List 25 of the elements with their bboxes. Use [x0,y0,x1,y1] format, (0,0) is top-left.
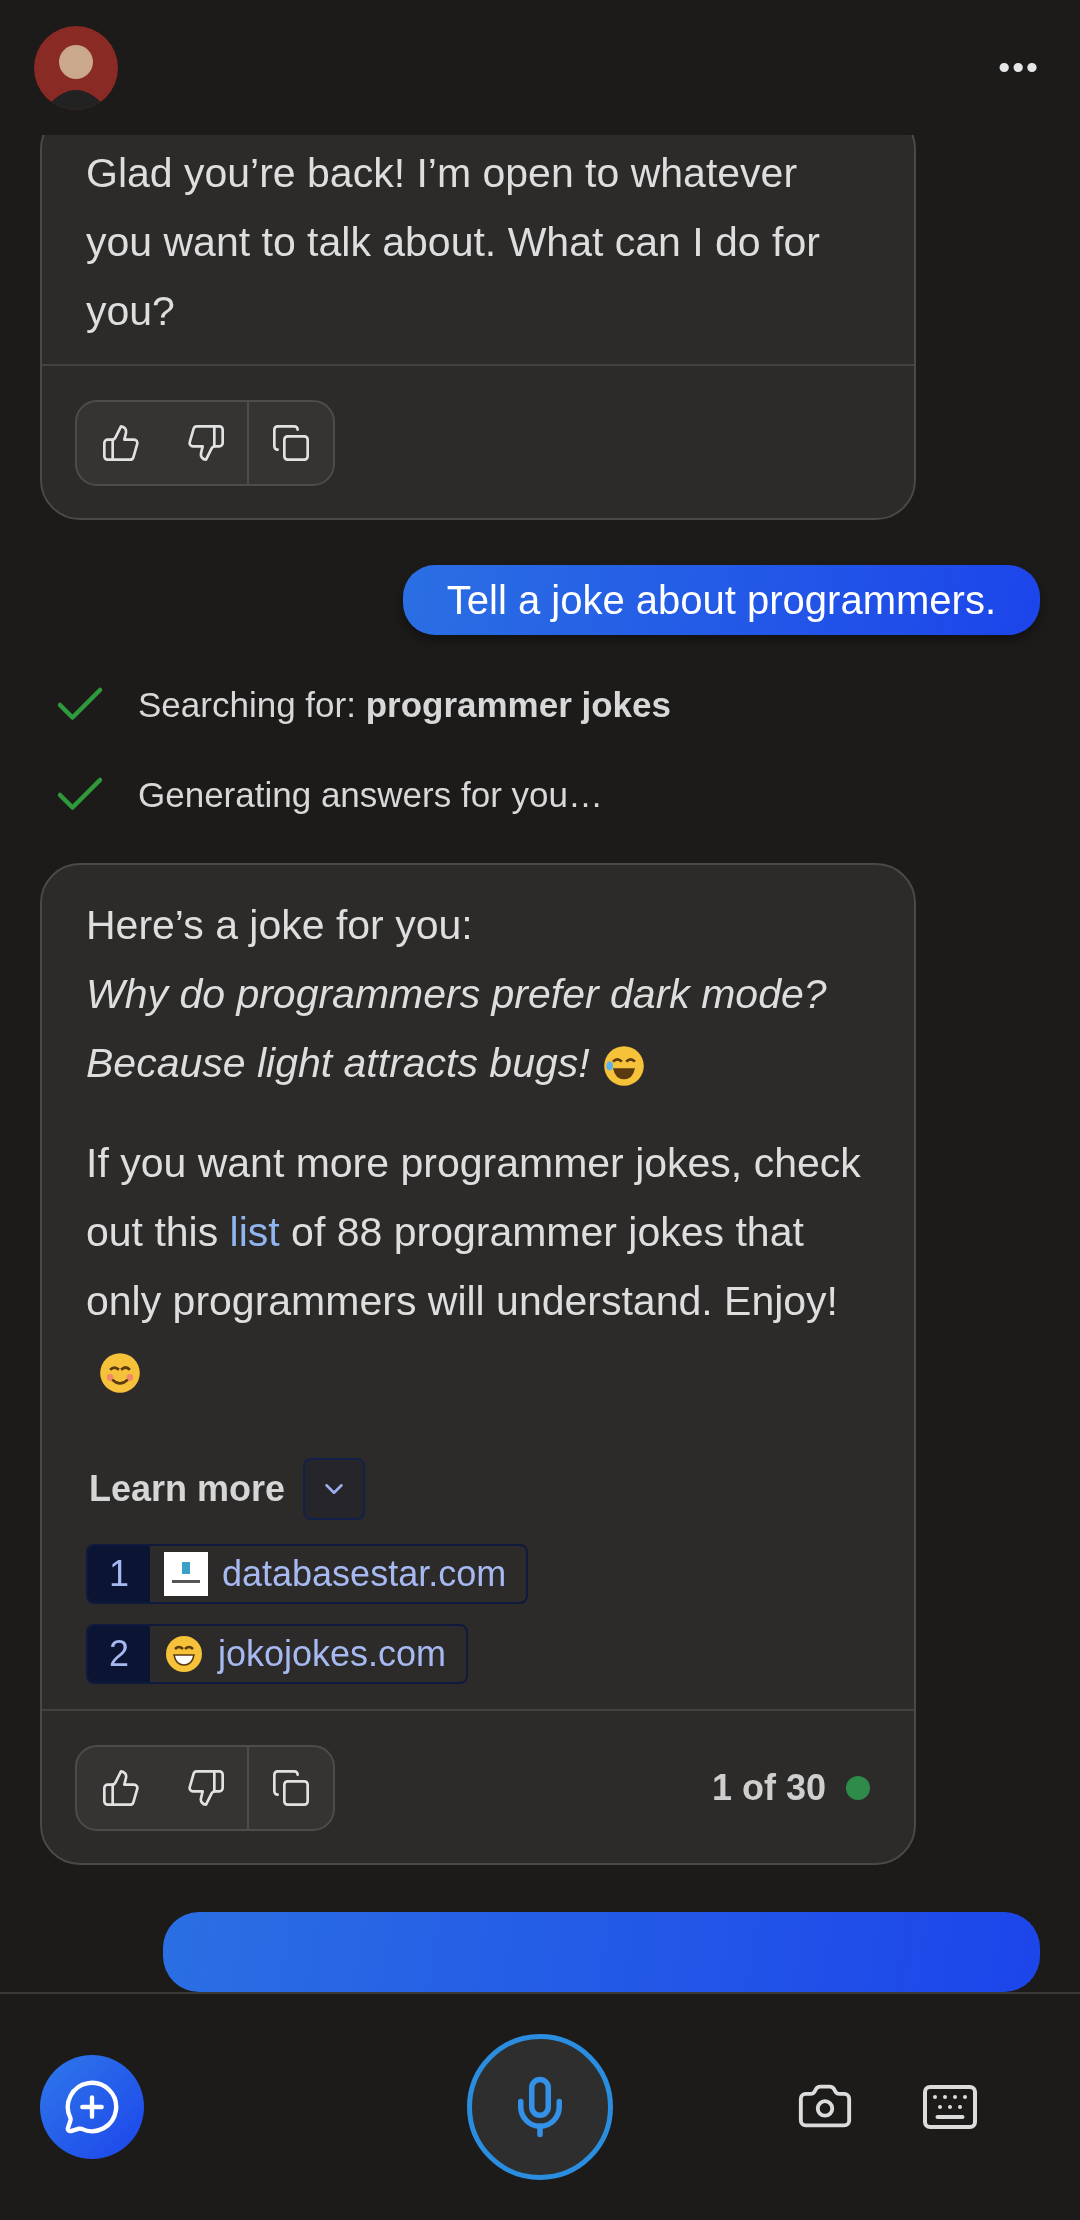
thumbs-down-icon [186,1768,226,1808]
user-message: Tell a joke about programmers. [402,565,1040,635]
smiling-face-icon [98,1351,142,1396]
thumbs-up-icon [101,1768,141,1808]
copy-icon [271,1768,311,1808]
new-chat-icon [63,2078,121,2136]
thumbs-up-icon [101,423,141,463]
response-counter: 1 of 30 [711,1767,826,1809]
source-link[interactable]: 1 databasestar.com [86,1544,529,1604]
message-text: If you want more programmer jokes, check out this list of 88 programmer jokes that only programmers will understand. Enjoy! [86,1129,870,1405]
thumbs-down-icon [186,423,226,463]
status-text: Generating answers for you… [138,775,603,815]
learn-more-label: Learn more [88,1468,286,1510]
message-text: Here’s a joke for you: [86,901,474,950]
list-link[interactable]: list [229,1209,280,1255]
copy-icon [271,423,311,463]
status-text: Searching for: programmer jokes [138,685,672,725]
laughing-face-icon [601,1044,646,1089]
status-dot [846,1776,870,1800]
joke-text: Why do programmers prefer dark mode? Because light attracts bugs! [86,960,870,1098]
more-options-button[interactable]: ••• [998,48,1040,87]
message-text: Glad you’re back! I’m open to whatever you want to talk about. What can I do for you? [86,149,821,336]
source-link[interactable]: 2 jokojokes.com [86,1624,469,1684]
grinning-face-icon [164,1634,204,1674]
site-logo-icon [164,1552,208,1596]
